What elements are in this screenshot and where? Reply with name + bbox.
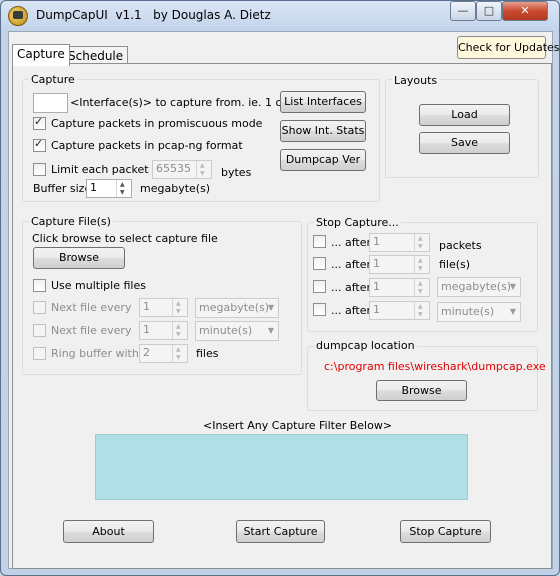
dumpcap-browse-button[interactable]: Browse: [376, 380, 467, 401]
spinner-arrows-icon[interactable]: ▲ ▼: [414, 279, 429, 296]
next-file-size-value: 1: [143, 300, 150, 313]
maximize-button[interactable]: □: [476, 1, 502, 21]
load-layout-button[interactable]: Load: [419, 104, 510, 126]
promiscuous-label: Capture packets in promiscuous mode: [51, 117, 263, 130]
capture-files-group-label: Capture File(s): [29, 215, 113, 228]
stop-after-time-label: ... after: [331, 304, 372, 317]
ring-buffer-unit: files: [196, 347, 219, 360]
spinner-arrows-icon[interactable]: ▲ ▼: [414, 256, 429, 273]
interface-input[interactable]: [33, 93, 68, 113]
next-file-time-checkbox[interactable]: [33, 324, 46, 337]
title-bar: DumpCapUI v1.1 by Douglas A. Dietz — □ ✕: [0, 0, 560, 30]
promiscuous-checkbox[interactable]: [33, 115, 46, 130]
spinner-arrows-icon[interactable]: ▲ ▼: [172, 322, 187, 339]
dumpcap-ver-button[interactable]: Dumpcap Ver: [280, 149, 366, 171]
next-file-time-value: 1: [143, 323, 150, 336]
dropdown-arrow-icon: ▼: [509, 307, 516, 316]
limit-packet-spinner[interactable]: 65535 ▲ ▼: [152, 160, 212, 179]
ring-buffer-label: Ring buffer with: [51, 347, 139, 360]
app-icon: [8, 6, 28, 26]
use-multiple-files-checkbox[interactable]: [33, 279, 46, 292]
stop-capture-group-label: Stop Capture...: [314, 216, 401, 229]
stop-after-time-spinner[interactable]: 1 ▲ ▼: [369, 301, 430, 320]
limit-packet-unit: bytes: [221, 166, 252, 179]
ring-buffer-spinner[interactable]: 2 ▲ ▼: [139, 344, 188, 363]
buffer-size-label: Buffer size: [33, 182, 92, 195]
dumpcap-location-group: [307, 346, 538, 411]
stop-after-size-unit: megabyte(s): [441, 280, 512, 293]
close-button[interactable]: ✕: [502, 1, 548, 21]
layouts-group: [385, 79, 539, 178]
next-file-time-unit: minute(s): [199, 324, 253, 337]
stop-after-files-value: 1: [373, 257, 380, 270]
tab-capture[interactable]: Capture: [12, 44, 70, 66]
dumpcap-location-group-label: dumpcap location: [314, 339, 417, 352]
ring-buffer-checkbox[interactable]: [33, 347, 46, 360]
buffer-size-value: 1: [90, 181, 97, 194]
show-int-stats-button[interactable]: Show Int. Stats: [280, 120, 366, 142]
next-file-size-label: Next file every: [51, 301, 132, 314]
next-file-size-unit: megabyte(s): [199, 301, 270, 314]
save-layout-button[interactable]: Save: [419, 132, 510, 154]
spinner-arrows-icon[interactable]: ▲ ▼: [172, 345, 187, 362]
stop-after-time-value: 1: [373, 303, 380, 316]
stop-after-files-checkbox[interactable]: [313, 257, 326, 270]
pcapng-label: Capture packets in pcap-ng format: [51, 139, 243, 152]
stop-after-size-unit-select[interactable]: megabyte(s) ▼: [437, 277, 521, 297]
stop-after-size-checkbox[interactable]: [313, 280, 326, 293]
spinner-arrows-icon[interactable]: ▲ ▼: [196, 161, 211, 178]
use-multiple-files-label: Use multiple files: [51, 279, 146, 292]
stop-after-packets-checkbox[interactable]: [313, 235, 326, 248]
layouts-group-label: Layouts: [392, 74, 440, 87]
spinner-arrows-icon[interactable]: ▲ ▼: [414, 302, 429, 319]
limit-packet-value: 65535: [156, 162, 191, 175]
about-button[interactable]: About: [63, 520, 154, 543]
stop-after-packets-spinner[interactable]: 1 ▲ ▼: [369, 233, 430, 252]
dropdown-arrow-icon: ▼: [267, 326, 274, 335]
ring-buffer-value: 2: [143, 346, 150, 359]
next-file-size-checkbox[interactable]: [33, 301, 46, 314]
next-file-size-spinner[interactable]: 1 ▲ ▼: [139, 298, 188, 317]
spinner-arrows-icon[interactable]: ▲ ▼: [414, 234, 429, 251]
stop-after-size-label: ... after: [331, 281, 372, 294]
stop-after-files-unit: file(s): [439, 258, 471, 271]
next-file-time-label: Next file every: [51, 324, 132, 337]
capture-filter-label: <Insert Any Capture Filter Below>: [203, 419, 393, 432]
next-file-size-unit-select[interactable]: megabyte(s) ▼: [195, 298, 279, 318]
buffer-size-unit: megabyte(s): [140, 182, 211, 195]
spinner-arrows-icon[interactable]: ▲ ▼: [172, 299, 187, 316]
stop-capture-button[interactable]: Stop Capture: [400, 520, 491, 543]
minimize-button[interactable]: —: [450, 1, 476, 21]
interface-hint: <Interface(s)> to capture from. ie. 1 or…: [70, 96, 308, 109]
limit-packet-checkbox[interactable]: [33, 163, 46, 176]
capture-group-label: Capture: [29, 73, 77, 86]
spinner-arrows-icon[interactable]: ▲ ▼: [116, 180, 131, 197]
next-file-time-spinner[interactable]: 1 ▲ ▼: [139, 321, 188, 340]
window-title: DumpCapUI v1.1 by Douglas A. Dietz: [36, 8, 271, 22]
buffer-size-spinner[interactable]: 1 ▲ ▼: [86, 179, 132, 198]
stop-after-files-spinner[interactable]: 1 ▲ ▼: [369, 255, 430, 274]
stop-after-files-label: ... after: [331, 258, 372, 271]
dropdown-arrow-icon: ▼: [267, 303, 274, 312]
stop-after-time-unit-select[interactable]: minute(s) ▼: [437, 302, 521, 322]
stop-after-time-checkbox[interactable]: [313, 303, 326, 316]
next-file-time-unit-select[interactable]: minute(s) ▼: [195, 321, 279, 341]
dumpcap-path: c:\program files\wireshark\dumpcap.exe: [324, 360, 546, 373]
start-capture-button[interactable]: Start Capture: [236, 520, 325, 543]
stop-after-size-value: 1: [373, 280, 380, 293]
stop-after-packets-unit: packets: [439, 239, 482, 252]
pcapng-checkbox[interactable]: [33, 137, 46, 152]
stop-after-size-spinner[interactable]: 1 ▲ ▼: [369, 278, 430, 297]
dropdown-arrow-icon: ▼: [509, 282, 516, 291]
list-interfaces-button[interactable]: List Interfaces: [280, 91, 366, 113]
stop-after-packets-label: ... after: [331, 236, 372, 249]
capture-file-instruction: Click browse to select capture file: [32, 232, 218, 245]
stop-after-packets-value: 1: [373, 235, 380, 248]
capture-filter-input[interactable]: [95, 434, 468, 500]
stop-after-time-unit: minute(s): [441, 305, 495, 318]
limit-packet-label: Limit each packet to: [51, 163, 164, 176]
capture-file-browse-button[interactable]: Browse: [33, 247, 125, 269]
check-for-updates-button[interactable]: Check for Updates: [457, 36, 560, 59]
